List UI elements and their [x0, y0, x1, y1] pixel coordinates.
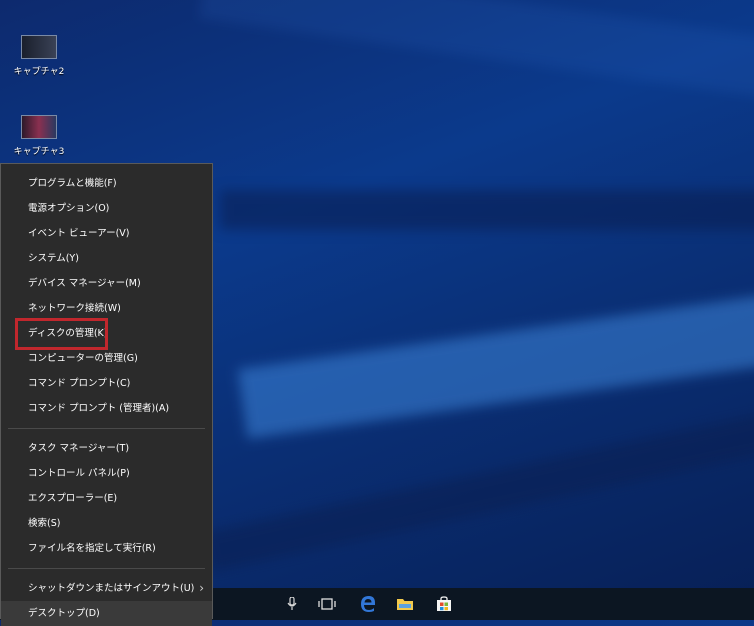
menu-item-command-prompt-admin[interactable]: コマンド プロンプト (管理者)(A)	[1, 396, 212, 421]
menu-separator	[8, 568, 205, 569]
menu-item-control-panel[interactable]: コントロール パネル(P)	[1, 461, 212, 486]
menu-item-shutdown-or-sign-out[interactable]: シャットダウンまたはサインアウト(U) ›	[1, 576, 212, 601]
menu-separator	[8, 428, 205, 429]
desktop-icon-label: キャプチャ3	[13, 147, 65, 157]
menu-item-event-viewer[interactable]: イベント ビューアー(V)	[1, 221, 212, 246]
menu-item-system[interactable]: システム(Y)	[1, 246, 212, 271]
menu-item-command-prompt[interactable]: コマンド プロンプト(C)	[1, 371, 212, 396]
microphone-icon[interactable]	[274, 588, 310, 620]
desktop-icon-capture3[interactable]: キャプチャ3	[9, 115, 69, 157]
chevron-right-icon: ›	[199, 581, 204, 595]
menu-item-programs-and-features[interactable]: プログラムと機能(F)	[1, 171, 212, 196]
menu-item-power-options[interactable]: 電源オプション(O)	[1, 196, 212, 221]
annotation-highlight-box	[15, 318, 108, 350]
image-thumbnail-icon	[21, 35, 57, 59]
edge-icon[interactable]	[350, 588, 386, 620]
menu-item-label: シャットダウンまたはサインアウト(U)	[28, 583, 195, 594]
task-view-icon[interactable]	[309, 588, 345, 620]
wallpaper-beam	[237, 291, 754, 439]
menu-item-task-manager[interactable]: タスク マネージャー(T)	[1, 436, 212, 461]
desktop-icon-label: キャプチャ2	[13, 67, 65, 77]
image-thumbnail-icon	[21, 115, 57, 139]
wallpaper-beam	[198, 0, 754, 102]
menu-item-device-manager[interactable]: デバイス マネージャー(M)	[1, 271, 212, 296]
menu-item-run[interactable]: ファイル名を指定して実行(R)	[1, 536, 212, 561]
store-icon[interactable]	[426, 588, 462, 620]
menu-item-search[interactable]: 検索(S)	[1, 511, 212, 536]
menu-item-file-explorer[interactable]: エクスプローラー(E)	[1, 486, 212, 511]
file-explorer-icon[interactable]	[387, 588, 423, 620]
menu-item-desktop[interactable]: デスクトップ(D)	[1, 601, 212, 626]
desktop-icon-capture2[interactable]: キャプチャ2	[9, 35, 69, 77]
wallpaper-beam	[220, 190, 754, 230]
winx-context-menu: プログラムと機能(F) 電源オプション(O) イベント ビューアー(V) システ…	[0, 163, 213, 626]
